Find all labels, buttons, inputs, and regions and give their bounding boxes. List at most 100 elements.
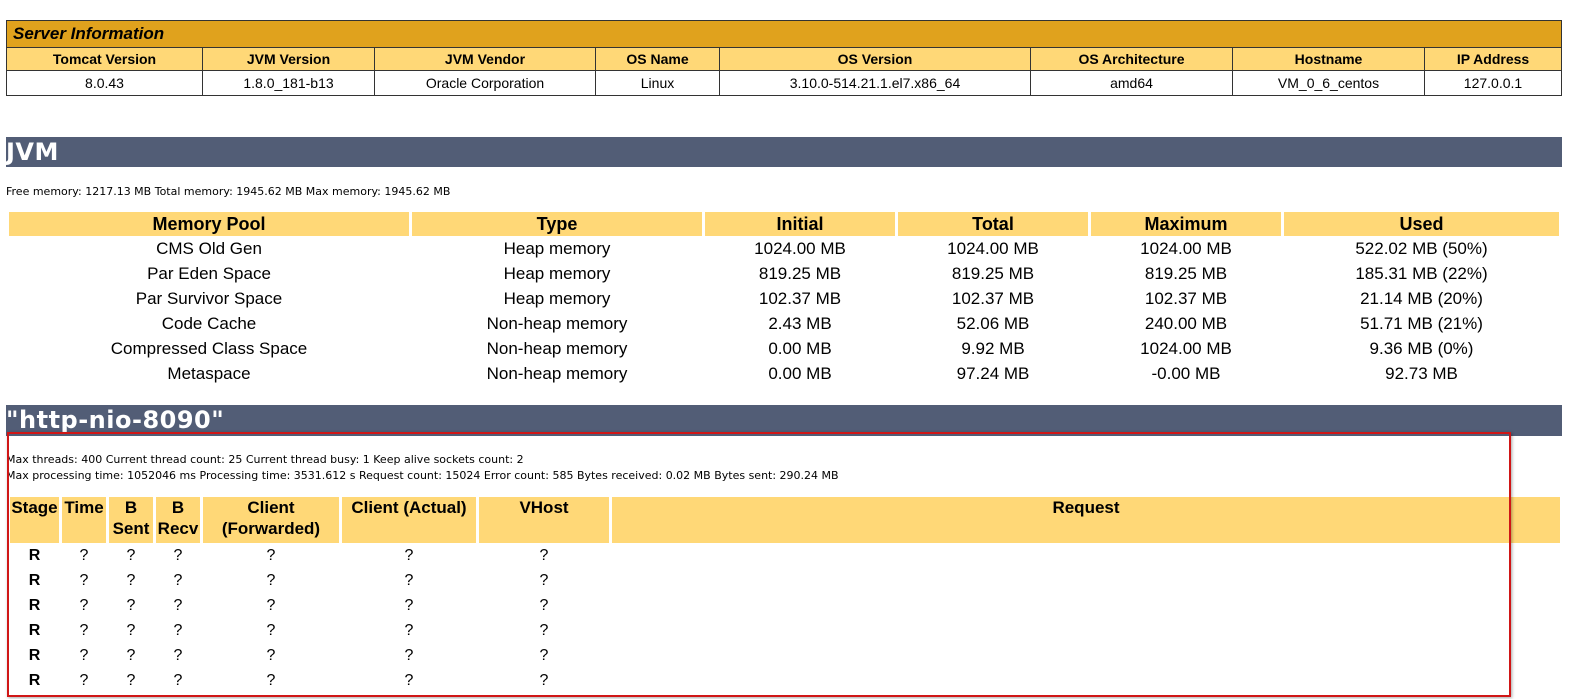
request-row: R?????? bbox=[10, 568, 1560, 593]
request-vhost-cell: ? bbox=[539, 671, 549, 689]
column-header-line: Client (Actual) bbox=[351, 498, 467, 517]
column-header-line: B bbox=[171, 498, 185, 517]
os-name-value: Linux bbox=[595, 70, 720, 96]
memory-pool-type-cell: Heap memory bbox=[503, 238, 611, 258]
memory-pool-rows: CMS Old Gen Heap memory 1024.00 MB 1024.00 … bbox=[9, 236, 1559, 386]
memory-pool-maximum-cell: 819.25 MB bbox=[1144, 263, 1228, 283]
column-header-line: Sent bbox=[112, 519, 150, 538]
request-client-forwarded-cell: ? bbox=[266, 596, 276, 614]
request-request-cell bbox=[612, 593, 1560, 618]
server-info-title: Server Information bbox=[6, 20, 1562, 48]
column-header-tomcat-version: Tomcat Version bbox=[6, 47, 203, 71]
memory-pool-pool-name-cell: Compressed Class Space bbox=[110, 338, 308, 358]
request-bytes-sent-cell: ? bbox=[126, 546, 136, 564]
jvm-section-bar: JVM bbox=[6, 137, 1562, 167]
request-request-cell bbox=[612, 668, 1560, 693]
request-header-row: Stage Time B Sent B Recv Client (Forwarded) Clie… bbox=[10, 497, 1560, 543]
column-header-line: Time bbox=[64, 498, 104, 517]
request-bytes-sent-cell: ? bbox=[126, 571, 136, 589]
memory-pool-row: Code Cache Non-heap memory 2.43 MB 52.06 MB… bbox=[9, 311, 1559, 336]
request-vhost-cell: ? bbox=[539, 546, 549, 564]
memory-pool-row: Par Survivor Space Heap memory 102.37 MB 10… bbox=[9, 286, 1559, 311]
memory-pool-header-row: Memory Pool Type Initial Total Maximum U… bbox=[9, 212, 1559, 236]
column-header-jvm-version: JVM Version bbox=[202, 47, 375, 71]
column-header-line: Recv bbox=[157, 519, 199, 538]
request-client-forwarded-cell: ? bbox=[266, 571, 276, 589]
request-bytes-recv-cell: ? bbox=[173, 621, 183, 639]
column-header-time: Time bbox=[62, 497, 106, 543]
request-client-actual-cell: ? bbox=[404, 671, 414, 689]
thread-info: Max threads: 400 Current thread count: 2… bbox=[6, 453, 524, 466]
hostname-value: VM_0_6_centos bbox=[1232, 70, 1425, 96]
memory-pool-row: Compressed Class Space Non-heap memory 0.0… bbox=[9, 336, 1559, 361]
column-header-line: Request bbox=[1052, 498, 1120, 517]
memory-pool-maximum-cell: 102.37 MB bbox=[1144, 288, 1228, 308]
memory-pool-used-cell: 21.14 MB (20%) bbox=[1360, 288, 1483, 308]
request-client-actual-cell: ? bbox=[404, 621, 414, 639]
request-bytes-sent-cell: ? bbox=[126, 621, 136, 639]
memory-pool-used-cell: 92.73 MB bbox=[1385, 363, 1458, 383]
memory-pool-maximum-cell: -0.00 MB bbox=[1151, 363, 1221, 383]
memory-pool-initial-cell: 102.37 MB bbox=[758, 288, 842, 308]
memory-pool-maximum-cell: 1024.00 MB bbox=[1140, 238, 1232, 258]
request-stage-cell: R bbox=[28, 571, 41, 589]
memory-pool-total-cell: 819.25 MB bbox=[951, 263, 1035, 283]
column-header-initial: Initial bbox=[705, 212, 895, 236]
column-header-ip-address: IP Address bbox=[1424, 47, 1562, 71]
request-bytes-recv-cell: ? bbox=[173, 646, 183, 664]
request-request-cell bbox=[612, 568, 1560, 593]
request-vhost-cell: ? bbox=[539, 596, 549, 614]
request-row: R?????? bbox=[10, 543, 1560, 568]
connector-section-title: "http-nio-8090" bbox=[6, 406, 227, 435]
memory-pool-row: CMS Old Gen Heap memory 1024.00 MB 1024.00 … bbox=[9, 236, 1559, 261]
column-header-maximum: Maximum bbox=[1091, 212, 1281, 236]
request-request-cell bbox=[612, 618, 1560, 643]
request-client-forwarded-cell: ? bbox=[266, 546, 276, 564]
request-stage-cell: R bbox=[28, 621, 41, 639]
memory-pool-initial-cell: 2.43 MB bbox=[768, 313, 832, 333]
memory-pool-type-cell: Non-heap memory bbox=[486, 363, 628, 383]
os-architecture-value: amd64 bbox=[1030, 70, 1233, 96]
memory-pool-used-cell: 51.71 MB (21%) bbox=[1360, 313, 1483, 333]
memory-pool-pool-name-cell: Metaspace bbox=[167, 363, 251, 383]
request-bytes-sent-cell: ? bbox=[126, 646, 136, 664]
column-header-vhost: VHost bbox=[479, 497, 609, 543]
request-request-cell bbox=[612, 543, 1560, 568]
memory-pool-type-cell: Heap memory bbox=[503, 263, 611, 283]
memory-pool-used-cell: 522.02 MB (50%) bbox=[1355, 238, 1488, 258]
tomcat-version-value: 8.0.43 bbox=[6, 70, 203, 96]
request-stage-cell: R bbox=[28, 671, 41, 689]
column-header-os-name: OS Name bbox=[595, 47, 720, 71]
request-client-forwarded-cell: ? bbox=[266, 671, 276, 689]
memory-summary: Free memory: 1217.13 MB Total memory: 19… bbox=[6, 185, 451, 198]
request-time-cell: ? bbox=[79, 546, 89, 564]
request-table: Stage Time B Sent B Recv Client (Forwarded) Clie… bbox=[7, 497, 1563, 693]
request-client-actual-cell: ? bbox=[404, 596, 414, 614]
request-client-actual-cell: ? bbox=[404, 646, 414, 664]
request-row: R?????? bbox=[10, 593, 1560, 618]
memory-pool-total-cell: 52.06 MB bbox=[956, 313, 1030, 333]
server-info-title-row: Server Information bbox=[6, 20, 1562, 48]
request-bytes-recv-cell: ? bbox=[173, 546, 183, 564]
column-header-bytes-recv: B Recv bbox=[156, 497, 200, 543]
memory-pool-total-cell: 1024.00 MB bbox=[947, 238, 1039, 258]
request-bytes-recv-cell: ? bbox=[173, 596, 183, 614]
os-version-value: 3.10.0-514.21.1.el7.x86_64 bbox=[719, 70, 1031, 96]
column-header-type: Type bbox=[412, 212, 702, 236]
memory-pool-row: Metaspace Non-heap memory 0.00 MB 97.24 MB -… bbox=[9, 361, 1559, 386]
memory-pool-type-cell: Heap memory bbox=[503, 288, 611, 308]
memory-pool-pool-name-cell: Code Cache bbox=[161, 313, 257, 333]
ip-address-value: 127.0.0.1 bbox=[1424, 70, 1562, 96]
request-time-cell: ? bbox=[79, 571, 89, 589]
server-info-value-row: 8.0.43 1.8.0_181-b13 Oracle Corporation … bbox=[6, 70, 1562, 96]
memory-pool-initial-cell: 819.25 MB bbox=[758, 263, 842, 283]
column-header-line: Stage bbox=[11, 498, 58, 517]
column-header-used: Used bbox=[1284, 212, 1559, 236]
column-header-memory-pool: Memory Pool bbox=[9, 212, 409, 236]
column-header-line: B bbox=[124, 498, 138, 517]
column-header-line: VHost bbox=[519, 498, 569, 517]
column-header-line: (Forwarded) bbox=[221, 519, 321, 538]
column-header-hostname: Hostname bbox=[1232, 47, 1425, 71]
request-vhost-cell: ? bbox=[539, 646, 549, 664]
memory-pool-type-cell: Non-heap memory bbox=[486, 313, 628, 333]
